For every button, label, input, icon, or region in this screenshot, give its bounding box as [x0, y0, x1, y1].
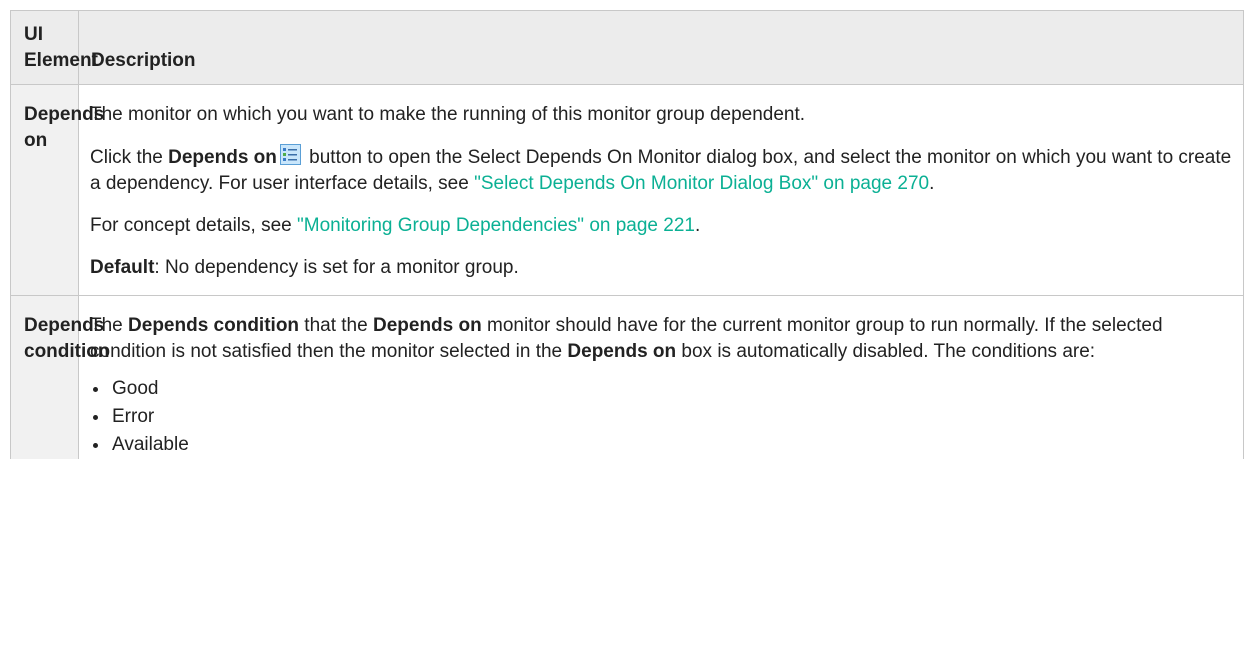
bold-term: Default	[90, 257, 155, 278]
row-description: The monitor on which you want to make th…	[78, 84, 1244, 296]
list-item: Error	[90, 403, 1233, 431]
header-description: Description	[78, 10, 1244, 85]
depends-on-icon[interactable]	[279, 144, 301, 165]
table-header-row: UI Element Description	[10, 10, 1244, 85]
bold-term: Depends condition	[128, 315, 300, 336]
text: The	[90, 315, 129, 336]
text: : No dependency is set for a monitor gro…	[154, 257, 519, 278]
paragraph: Click the Depends on button to open the …	[90, 144, 1233, 197]
text: For concept details, see	[90, 215, 297, 236]
paragraph-default: Default: No dependency is set for a moni…	[90, 255, 1233, 281]
paragraph: The Depends condition that the Depends o…	[90, 313, 1233, 365]
list-item: Good	[90, 375, 1233, 403]
row-element-depends-condition: Depends condition	[10, 295, 109, 459]
conditions-list: Good Error Available	[90, 375, 1233, 459]
row-element-depends-on: Depends on	[10, 84, 104, 296]
text: Click the	[90, 147, 169, 168]
link-select-depends-on-monitor[interactable]: "Select Depends On Monitor Dialog Box" o…	[474, 173, 929, 194]
table-row: Depends condition The Depends condition …	[10, 295, 1244, 459]
paragraph: The monitor on which you want to make th…	[90, 104, 806, 125]
bold-term: Depends on	[567, 341, 677, 362]
text: that the	[299, 315, 373, 336]
text: box is automatically disabled. The condi…	[676, 341, 1096, 362]
text: .	[694, 215, 701, 236]
bold-term: Depends on	[168, 147, 277, 168]
header-ui-element: UI Element	[10, 10, 98, 85]
table-row: Depends on The monitor on which you want…	[10, 84, 1244, 296]
row-description: The Depends condition that the Depends o…	[78, 295, 1244, 459]
ui-element-table: UI Element Description Depends on The mo…	[10, 10, 1244, 459]
bold-term: Depends on	[372, 315, 482, 336]
paragraph: For concept details, see "Monitoring Gro…	[90, 213, 1233, 239]
text: .	[929, 173, 935, 194]
link-monitoring-group-dependencies[interactable]: "Monitoring Group Dependencies" on page …	[297, 215, 695, 236]
list-item: Available	[90, 431, 1233, 459]
